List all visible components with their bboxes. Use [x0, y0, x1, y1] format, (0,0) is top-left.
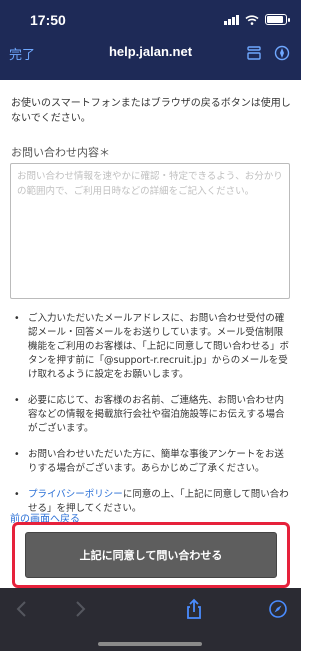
- forward-arrow-icon[interactable]: [68, 598, 92, 620]
- note-item-survey: お問い合わせいただいた方に、簡単な事後アンケートをお送りする場合がございます。あ…: [14, 448, 292, 476]
- compass-icon[interactable]: [266, 598, 290, 620]
- status-icons: [224, 14, 290, 25]
- note-item-sharing: 必要に応じて、お客様のお名前、ご連絡先、お問い合わせ内容などの情報を掲載旅行会社…: [14, 394, 292, 436]
- submit-button[interactable]: 上記に同意して問い合わせる: [25, 532, 277, 578]
- intro-text: お使いのスマートフォンまたはブラウザの戻るボタンは使用しないでください。: [11, 98, 291, 124]
- inquiry-textarea[interactable]: [10, 163, 290, 299]
- back-arrow-icon[interactable]: [10, 598, 34, 620]
- browser-nav-bar: 完了 help.jalan.net: [0, 40, 301, 68]
- battery-icon: [265, 14, 290, 25]
- wifi-icon: [245, 14, 259, 25]
- reader-icon[interactable]: [245, 44, 263, 62]
- header-strip: [0, 68, 301, 80]
- home-indicator: [98, 642, 202, 646]
- compass-icon[interactable]: [273, 44, 291, 62]
- browser-toolbar: [0, 588, 301, 651]
- highlight-frame: 上記に同意して問い合わせる: [12, 522, 290, 588]
- page-content[interactable]: お使いのスマートフォンまたはブラウザの戻るボタンは使用しないでください。 お問い…: [0, 80, 301, 588]
- note-item-email: ご入力いただいたメールアドレスに、お問い合わせ受付の確認メール・回答メールをお送…: [14, 312, 292, 382]
- privacy-policy-link[interactable]: プライバシーポリシー: [28, 489, 123, 500]
- status-bar: 17:50: [0, 0, 301, 40]
- share-icon[interactable]: [182, 598, 206, 620]
- status-time: 17:50: [30, 12, 66, 28]
- inquiry-field-label: お問い合わせ内容＊: [11, 146, 110, 159]
- notes-list: ご入力いただいたメールアドレスに、お問い合わせ受付の確認メール・回答メールをお送…: [14, 312, 292, 528]
- signal-icon: [224, 14, 239, 25]
